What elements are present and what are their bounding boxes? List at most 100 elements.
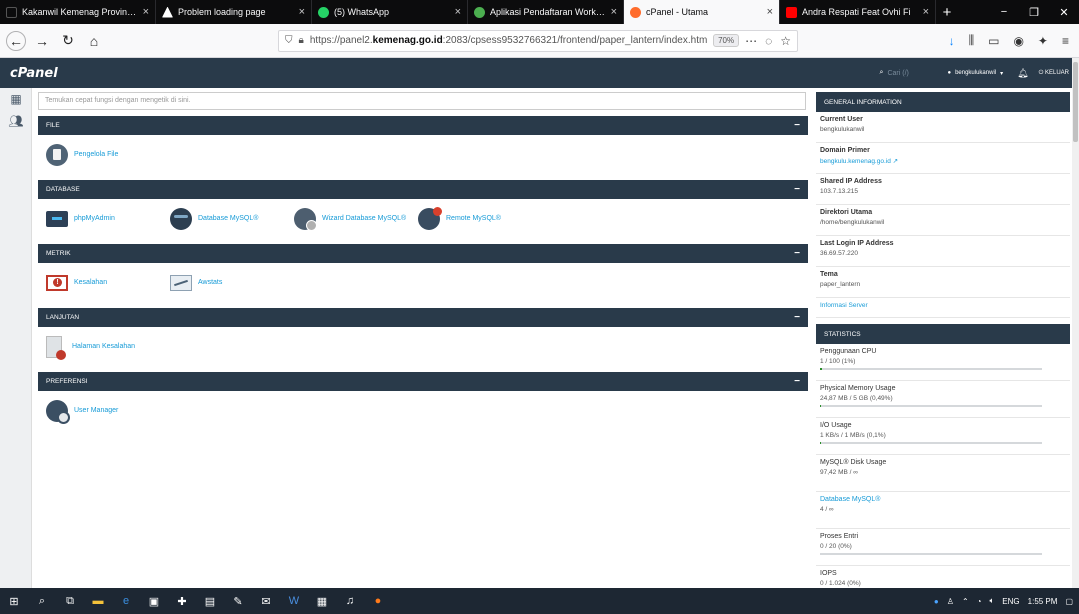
- pocket-icon[interactable]: ◌: [765, 34, 772, 48]
- app-icon[interactable]: ✚: [174, 594, 190, 608]
- stat-mysql-disk: MySQL® Disk Usage 97,42 MB / ∞: [816, 455, 1070, 492]
- users-icon[interactable]: 👥︎: [0, 110, 32, 132]
- collapse-icon[interactable]: −: [794, 312, 800, 323]
- window-controls: − ❐ ✕: [989, 0, 1079, 24]
- collapse-icon[interactable]: −: [794, 376, 800, 387]
- section-body: phpMyAdmin Database MySQL® Wizard Databa…: [38, 199, 808, 238]
- collapse-icon[interactable]: −: [794, 184, 800, 195]
- help-icon[interactable]: ●: [934, 597, 939, 606]
- store-icon[interactable]: ▣: [146, 594, 162, 608]
- windows-start-icon[interactable]: ⊞: [6, 594, 22, 608]
- language-indicator[interactable]: ENG: [1002, 597, 1019, 606]
- app-icon[interactable]: ▦: [314, 594, 330, 608]
- lock-icon[interactable]: 🔒︎: [299, 35, 304, 46]
- edge-icon[interactable]: e: [118, 594, 134, 608]
- browser-tab-active[interactable]: cPanel - Utama ×: [624, 0, 780, 24]
- section-header[interactable]: DATABASE −: [38, 180, 808, 199]
- word-icon[interactable]: W: [286, 594, 302, 608]
- cpanel-logo[interactable]: cPanel: [10, 66, 58, 81]
- system-tray: ● ♙ ⌃ ◔ 🔈︎ ENG 1:55 PM ▢: [934, 596, 1073, 606]
- back-arrow-icon[interactable]: ←: [6, 30, 26, 51]
- url-text: https://panel2.kemenag.go.id:2083/cpsess…: [309, 35, 708, 46]
- clock[interactable]: 1:55 PM: [1028, 597, 1058, 606]
- mysql-database-icon: [170, 207, 192, 230]
- chevron-up-icon[interactable]: ⌃: [962, 597, 969, 606]
- item-mysql-databases[interactable]: Database MySQL®: [170, 207, 294, 230]
- item-user-manager[interactable]: User Manager: [46, 399, 170, 424]
- sidebar-icon[interactable]: ▭: [988, 34, 999, 48]
- home-icon[interactable]: ⌂: [84, 31, 104, 51]
- collapse-icon[interactable]: −: [794, 120, 800, 131]
- mail-icon[interactable]: ✉: [258, 594, 274, 608]
- close-tab-icon[interactable]: ×: [299, 6, 305, 18]
- bookmark-star-icon[interactable]: ☆: [780, 34, 791, 48]
- user-menu[interactable]: ● bengkulukanwil ▾: [947, 70, 1003, 77]
- user-manager-icon: [46, 399, 70, 424]
- notifications-icon[interactable]: ▢: [1065, 597, 1073, 606]
- minimize-icon[interactable]: −: [989, 0, 1019, 24]
- logout-button[interactable]: ⏻ KELUAR: [1039, 70, 1069, 77]
- volume-icon[interactable]: 🔈︎: [989, 596, 994, 606]
- close-tab-icon[interactable]: ×: [923, 6, 929, 18]
- search-icon[interactable]: ⌕: [34, 594, 50, 608]
- page-actions-icon[interactable]: ⋯: [745, 34, 757, 48]
- item-mysql-wizard[interactable]: Wizard Database MySQL®: [294, 207, 418, 231]
- close-tab-icon[interactable]: ×: [767, 6, 773, 18]
- task-view-icon[interactable]: ⧉: [62, 594, 78, 608]
- item-errors[interactable]: Kesalahan: [46, 274, 170, 291]
- server-info-link[interactable]: Informasi Server: [820, 302, 1066, 309]
- library-icon[interactable]: ⫼: [969, 33, 975, 48]
- section-header[interactable]: LANJUTAN −: [38, 308, 808, 327]
- browser-tab[interactable]: Kakanwil Kemenag Provinsi Bengk ×: [0, 0, 156, 24]
- mysql-databases-link[interactable]: Database MySQL®: [820, 496, 1066, 503]
- app-icon[interactable]: ✎: [230, 594, 246, 608]
- browser-tab[interactable]: Aplikasi Pendaftaran Worksho ×: [468, 0, 624, 24]
- scrollbar-thumb[interactable]: [1073, 62, 1078, 142]
- close-window-icon[interactable]: ✕: [1049, 0, 1079, 24]
- menu-icon[interactable]: ≡: [1062, 34, 1069, 48]
- close-tab-icon[interactable]: ×: [143, 6, 149, 18]
- youtube-icon: [786, 6, 797, 18]
- phpmyadmin-icon: [46, 210, 68, 227]
- primary-domain-link[interactable]: bengkulu.kemenag.go.id ↗: [820, 157, 1066, 165]
- zoom-level[interactable]: 70%: [713, 34, 740, 47]
- browser-tab[interactable]: Andra Respati Feat Ovhi Fi ×: [780, 0, 936, 24]
- restore-icon[interactable]: ❐: [1019, 0, 1049, 24]
- collapse-icon[interactable]: −: [794, 248, 800, 259]
- item-remote-mysql[interactable]: Remote MySQL®: [418, 206, 542, 230]
- item-phpmyadmin[interactable]: phpMyAdmin: [46, 210, 170, 227]
- section-header[interactable]: METRIK −: [38, 244, 808, 263]
- new-tab-button[interactable]: +: [936, 0, 958, 24]
- section-body: Pengelola File: [38, 135, 808, 174]
- section-header[interactable]: PREFERENSI −: [38, 372, 808, 391]
- shield-icon[interactable]: ⛉: [285, 35, 293, 46]
- stat-mysql-databases: Database MySQL® 4 / ∞: [816, 492, 1070, 529]
- item-file-manager[interactable]: Pengelola File: [46, 143, 170, 166]
- app-icon[interactable]: ▤: [202, 594, 218, 608]
- browser-tab[interactable]: Problem loading page ×: [156, 0, 312, 24]
- grid-icon[interactable]: ▦: [0, 88, 32, 110]
- download-icon[interactable]: ↓: [949, 34, 955, 48]
- account-icon[interactable]: ◉: [1013, 34, 1023, 48]
- item-error-pages[interactable]: Halaman Kesalahan: [46, 335, 170, 360]
- network-icon[interactable]: ◔: [977, 597, 982, 606]
- forward-arrow-icon[interactable]: →: [32, 31, 52, 51]
- firefox-icon[interactable]: ●: [370, 594, 386, 608]
- extension-icon[interactable]: ✦: [1038, 34, 1048, 48]
- url-bar[interactable]: ⛉ 🔒︎ https://panel2.kemenag.go.id:2083/c…: [278, 29, 798, 52]
- close-tab-icon[interactable]: ×: [455, 6, 461, 18]
- section-header[interactable]: FILE −: [38, 116, 808, 135]
- quick-search-input[interactable]: Temukan cepat fungsi dengan mengetik di …: [38, 92, 806, 110]
- browser-tab[interactable]: (5) WhatsApp ×: [312, 0, 468, 24]
- file-explorer-icon[interactable]: ▬: [90, 594, 106, 608]
- bell-icon[interactable]: 🔔︎: [1017, 68, 1028, 79]
- page-scrollbar[interactable]: [1072, 58, 1079, 588]
- app-icon[interactable]: ♫: [342, 594, 358, 608]
- reload-icon[interactable]: ↻: [58, 31, 78, 51]
- cpanel-search[interactable]: ⌕ Cari (/): [880, 69, 928, 77]
- people-icon[interactable]: ♙: [947, 597, 954, 606]
- general-info-header: GENERAL INFORMATION: [816, 92, 1070, 112]
- search-input[interactable]: Cari (/): [887, 70, 927, 77]
- close-tab-icon[interactable]: ×: [611, 6, 617, 18]
- item-awstats[interactable]: Awstats: [170, 274, 294, 291]
